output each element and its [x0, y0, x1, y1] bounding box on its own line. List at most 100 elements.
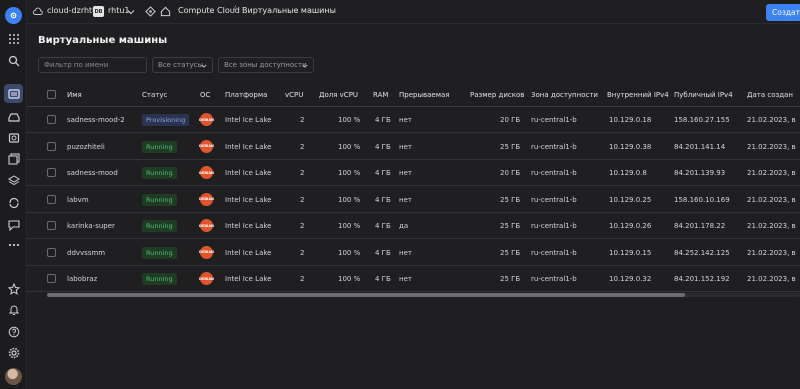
logo-icon[interactable] — [5, 7, 22, 24]
star-icon[interactable] — [4, 279, 23, 298]
table-row[interactable]: labobraz Running DEBIAN Intel Ice Lake 2… — [27, 266, 800, 292]
create-button[interactable]: Создать — [766, 4, 800, 21]
public-ip: 84.201.139.93 — [674, 169, 726, 177]
row-checkbox[interactable] — [47, 115, 56, 124]
grid-icon[interactable] — [4, 29, 23, 48]
ram: 4 ГБ — [375, 195, 391, 204]
col-header-vcpu-share[interactable]: Доля vCPU — [319, 91, 358, 99]
debian-icon: DEBIAN — [199, 192, 214, 206]
search-input[interactable]: Фильтр по имени — [38, 57, 147, 73]
col-header-status[interactable]: Статус — [142, 91, 167, 99]
col-header-created[interactable]: Дата создан — [747, 91, 793, 99]
row-checkbox[interactable] — [47, 221, 56, 230]
chevron-down-icon — [201, 64, 207, 68]
select-all-checkbox[interactable] — [47, 90, 56, 99]
ram: 4 ГБ — [375, 169, 391, 177]
created-date: 21.02.2023, в — [747, 142, 796, 151]
platform: Intel Ice Lake — [225, 116, 272, 124]
left-rail — [0, 0, 27, 389]
preemptible: да — [399, 222, 409, 230]
breadcrumb-service[interactable]: Compute Cloud — [178, 6, 240, 15]
help-icon[interactable] — [4, 322, 23, 341]
col-header-preemptible[interactable]: Прерываемая — [399, 91, 450, 99]
search-icon[interactable] — [4, 51, 23, 70]
platform: Intel Ice Lake — [225, 248, 272, 257]
status-badge: Provisioning — [142, 114, 190, 126]
row-checkbox[interactable] — [47, 247, 56, 257]
row-checkbox[interactable] — [47, 194, 56, 204]
col-header-vcpu[interactable]: vCPU — [285, 91, 303, 99]
more-icon[interactable] — [4, 235, 23, 254]
vcpu-share: 100 % — [338, 169, 361, 177]
table-row[interactable]: ddvvssmm Running DEBIAN Intel Ice Lake 2… — [27, 240, 800, 266]
vcpu: 2 — [300, 275, 305, 283]
service-icon[interactable] — [145, 6, 156, 17]
table-row[interactable]: karinka-super Running DEBIAN Intel Ice L… — [27, 213, 800, 239]
vcpu: 2 — [300, 222, 305, 230]
zone: ru-central1-b — [531, 142, 577, 151]
preemptible: нет — [399, 195, 412, 204]
vm-name[interactable]: karinka-super — [67, 222, 115, 230]
internal-ip: 10.129.0.8 — [609, 169, 647, 177]
image-icon[interactable] — [4, 149, 23, 168]
vm-name[interactable]: sadness-mood-2 — [67, 116, 125, 124]
created-date: 21.02.2023, в — [747, 248, 796, 257]
snapshot-icon[interactable] — [4, 128, 23, 147]
zone-filter[interactable]: Все зоны доступности — [218, 57, 314, 73]
vm-icon[interactable] — [4, 84, 23, 103]
debian-icon: DEBIAN — [199, 245, 214, 259]
vm-name[interactable]: sadness-mood — [67, 169, 118, 177]
col-header-ram[interactable]: RAM — [373, 91, 388, 99]
disk-size: 20 ГБ — [500, 116, 521, 124]
chat-icon[interactable] — [4, 215, 23, 234]
vm-name[interactable]: labvm — [67, 196, 89, 204]
public-ip: 84.252.142.125 — [674, 248, 730, 257]
chevron-down-icon[interactable] — [127, 8, 135, 16]
layers-icon[interactable] — [4, 171, 23, 190]
sync-icon[interactable] — [4, 193, 23, 212]
gear-icon[interactable] — [4, 343, 23, 362]
cloud-icon — [33, 7, 43, 15]
row-checkbox[interactable] — [47, 168, 56, 177]
platform: Intel Ice Lake — [225, 169, 272, 177]
internal-ip: 10.129.0.15 — [609, 248, 652, 257]
breadcrumb-cloud[interactable]: cloud-dzrhtu — [47, 6, 97, 15]
avatar[interactable] — [5, 368, 22, 385]
disk-size: 25 ГБ — [500, 248, 521, 257]
chevron-down-icon — [302, 64, 308, 68]
row-checkbox[interactable] — [47, 274, 56, 283]
scrollbar-thumb[interactable] — [47, 293, 685, 297]
col-header-os[interactable]: ОС — [200, 91, 210, 99]
zone: ru-central1-b — [531, 116, 577, 124]
table-row[interactable]: labvm Running DEBIAN Intel Ice Lake 2 10… — [27, 187, 800, 213]
table-row[interactable]: puzozhiteli Running DEBIAN Intel Ice Lak… — [27, 134, 800, 160]
status-filter[interactable]: Все статусы — [152, 57, 213, 73]
col-header-name[interactable]: Имя — [67, 91, 82, 99]
disk-icon[interactable] — [4, 107, 23, 126]
table-row[interactable]: sadness-mood-2 Provisioning DEBIAN Intel… — [27, 107, 800, 133]
vm-name[interactable]: labobraz — [67, 275, 97, 283]
table-row[interactable]: sadness-mood Running DEBIAN Intel Ice La… — [27, 160, 800, 186]
vm-name[interactable]: puzozhiteli — [67, 143, 105, 151]
row-checkbox[interactable] — [47, 141, 56, 151]
col-header-public-ip[interactable]: Публичный IPv4 — [674, 91, 733, 99]
vcpu-share: 100 % — [338, 222, 361, 230]
vcpu-share: 100 % — [338, 248, 361, 257]
disk-size: 25 ГБ — [500, 222, 521, 230]
internal-ip: 10.129.0.26 — [609, 222, 652, 230]
vcpu: 2 — [300, 195, 305, 204]
breadcrumb-separator: / — [233, 5, 237, 15]
vcpu: 2 — [300, 142, 305, 151]
col-header-zone[interactable]: Зона доступности — [531, 91, 598, 99]
col-header-internal-ip[interactable]: Внутренний IPv4 — [607, 91, 669, 99]
bell-icon[interactable] — [4, 300, 23, 319]
internal-ip: 10.129.0.38 — [609, 142, 652, 151]
home-icon[interactable] — [160, 6, 171, 17]
col-header-platform[interactable]: Платформа — [225, 91, 267, 99]
debian-icon: DEBIAN — [199, 272, 214, 285]
status-badge: Running — [142, 193, 177, 206]
folder-badge: DB — [93, 6, 104, 17]
vm-name[interactable]: ddvvssmm — [67, 249, 105, 257]
col-header-disk-size[interactable]: Размер дисков — [470, 91, 524, 99]
disk-size: 25 ГБ — [500, 142, 521, 151]
